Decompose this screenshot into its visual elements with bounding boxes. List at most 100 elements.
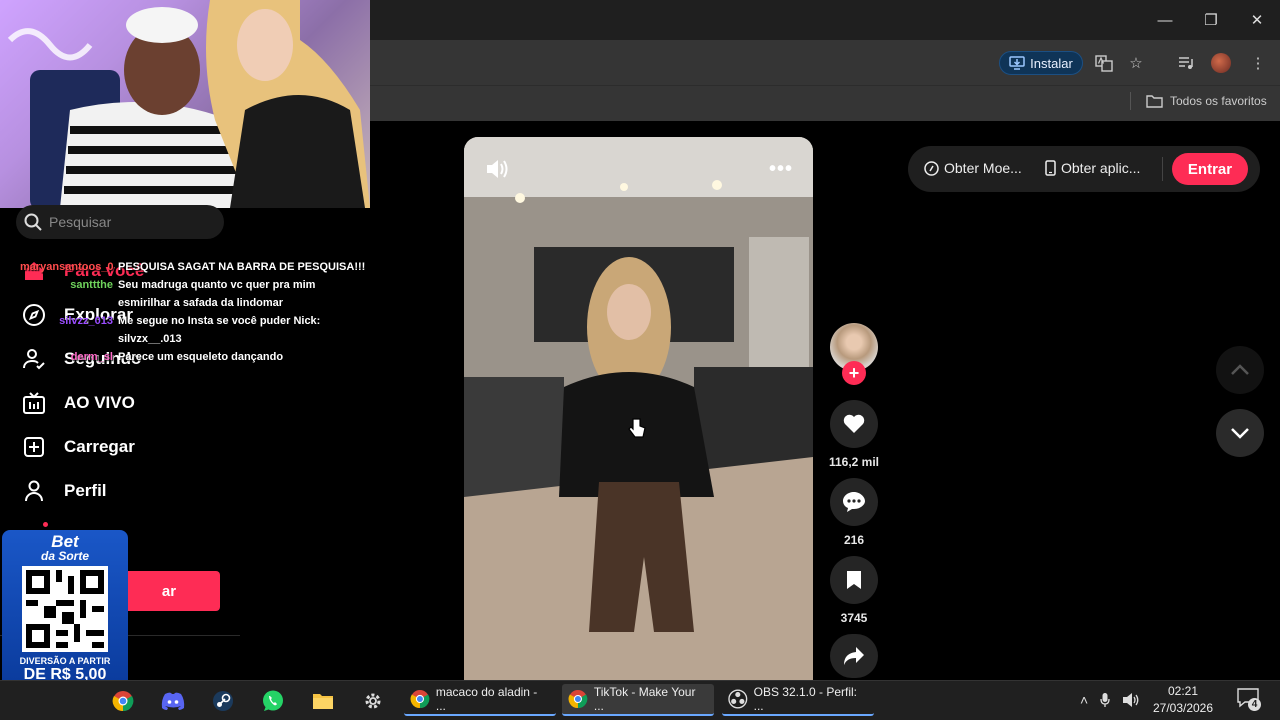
ad-brand-sub: da Sorte [40, 549, 89, 563]
next-video-button[interactable] [1216, 409, 1264, 457]
install-label: Instalar [1030, 55, 1073, 71]
chat-text: silvzx__.013 [118, 333, 182, 345]
nav-label: Perfil [64, 481, 107, 500]
bookmarks-divider [1130, 92, 1131, 110]
comment-icon [843, 492, 865, 512]
chat-username: santtthe [70, 279, 113, 291]
profile-icon [22, 479, 46, 503]
chat-message: silvzz_013 Me segue no Insta se você pud… [20, 312, 380, 348]
bookmark-icon [847, 571, 861, 589]
bookmarks-bar [370, 85, 1280, 121]
save-button[interactable] [830, 556, 878, 604]
comment-button[interactable] [830, 478, 878, 526]
comment-count: 216 [843, 533, 865, 547]
taskbar-window-chrome-1[interactable]: macaco do aladin - ... [404, 684, 556, 716]
chat-text: Seu madruga quanto vc quer pra mim [118, 279, 316, 291]
video-player[interactable] [464, 137, 813, 682]
follow-plus-icon[interactable]: + [842, 361, 866, 385]
chrome-icon [568, 689, 588, 709]
microphone-icon[interactable] [1100, 692, 1110, 708]
chat-message: maryansantoos_0 PESQUISA SAGAT NA BARRA … [20, 258, 380, 276]
heart-icon [843, 414, 865, 433]
all-favorites-folder[interactable]: Todos os favoritos [1146, 91, 1267, 111]
get-coins-link[interactable]: Obter Moe... [924, 160, 1022, 176]
nav-label: Carregar [64, 437, 135, 456]
taskbar-window-obs[interactable]: OBS 32.1.0 - Perfil: ... [722, 684, 874, 716]
file-explorer-icon[interactable] [307, 686, 339, 716]
ad-tagline: DIVERSÃO A PARTIR [19, 656, 111, 666]
chat-username: derm_sl [70, 351, 113, 363]
nav-label: AO VIVO [64, 393, 135, 412]
taskbar-window-chrome-2[interactable]: TikTok - Make Your ... [562, 684, 714, 716]
volume-icon[interactable] [484, 156, 510, 182]
nav-item-profile[interactable]: Perfil [22, 474, 107, 508]
video-frame [464, 137, 813, 682]
media-control-icon[interactable] [1175, 52, 1197, 74]
taskbar-window-label: macaco do aladin - ... [435, 685, 538, 713]
taskbar-window-label: OBS 32.1.0 - Perfil: ... [753, 685, 857, 713]
notifications-icon[interactable]: 4 [1237, 688, 1261, 712]
chevron-up-icon [1231, 364, 1249, 375]
share-button[interactable] [830, 634, 878, 678]
chat-message: santtthe Seu madruga quanto vc quer pra … [20, 276, 380, 312]
chrome-icon [410, 689, 430, 709]
search-icon [24, 213, 42, 231]
install-app-button[interactable]: Instalar [999, 51, 1083, 75]
search-input[interactable]: Pesquisar [16, 205, 224, 239]
hand-cursor-icon [628, 417, 646, 444]
header-divider [1162, 157, 1163, 181]
clock-time: 02:21 [1167, 684, 1199, 698]
speaker-icon[interactable] [1122, 692, 1140, 708]
folder-icon [1146, 95, 1163, 108]
coin-icon [924, 160, 939, 176]
login-button[interactable]: Entrar [1172, 153, 1248, 185]
upload-icon [22, 435, 46, 459]
restore-button[interactable]: ❐ [1188, 0, 1234, 40]
notification-count-badge: 4 [1248, 698, 1261, 711]
translate-icon[interactable] [1093, 52, 1115, 74]
settings-gear-icon[interactable] [357, 686, 389, 716]
webcam-scene [7, 0, 370, 208]
system-tray: ˄ [1080, 684, 1140, 716]
nav-item-live[interactable]: AO VIVO [22, 386, 135, 420]
minimize-button[interactable]: — [1142, 0, 1188, 40]
discord-icon[interactable] [157, 686, 189, 716]
live-icon [22, 391, 46, 415]
share-icon [844, 647, 864, 665]
ad-brand: Bet [51, 532, 79, 551]
sponsor-ad-overlay: Bet da Sorte DIVERSÃO A PARTIR DE R$ 5,0… [2, 530, 128, 692]
webcam-overlay [0, 0, 370, 208]
close-button[interactable]: ✕ [1234, 0, 1280, 40]
chat-username: silvzz_013 [59, 315, 113, 327]
chrome-taskbar-icon[interactable] [107, 686, 139, 716]
menu-kebab-icon[interactable]: ⋮ [1247, 52, 1269, 74]
chat-text: Parece um esqueleto dançando [118, 351, 284, 363]
qr-code [22, 566, 108, 652]
previous-video-button[interactable] [1216, 346, 1264, 394]
stream-chat-overlay: maryansantoos_0 PESQUISA SAGAT NA BARRA … [20, 258, 380, 366]
chat-username: maryansantoos_0 [20, 261, 114, 273]
obs-icon [728, 689, 748, 709]
chevron-down-icon [1231, 428, 1249, 439]
like-button[interactable] [830, 400, 878, 448]
chat-text: PESQUISA SAGAT NA BARRA DE PESQUISA!!! [118, 261, 366, 273]
more-options-icon[interactable]: ••• [766, 158, 796, 180]
whatsapp-icon[interactable] [257, 686, 289, 716]
bookmark-star-icon[interactable]: ☆ [1125, 52, 1147, 74]
nav-item-upload[interactable]: Carregar [22, 430, 135, 464]
tray-overflow-chevron-icon[interactable]: ˄ [1080, 692, 1088, 708]
profile-avatar-icon[interactable] [1210, 52, 1232, 74]
save-count: 3745 [840, 611, 868, 625]
chat-message: derm_sl Parece um esqueleto dançando [20, 348, 380, 366]
more-indicator-dot [43, 522, 48, 527]
get-coins-label: Obter Moe... [944, 160, 1022, 176]
taskbar-clock[interactable]: 02:21 27/03/2026 [1152, 683, 1214, 717]
get-app-link[interactable]: Obter aplic... [1045, 160, 1140, 176]
taskbar-window-label: TikTok - Make Your ... [593, 685, 696, 713]
steam-icon[interactable] [207, 686, 239, 716]
login-button-label: Entrar [1187, 160, 1233, 178]
all-favorites-label: Todos os favoritos [1170, 94, 1267, 108]
chat-text: esmirilhar a safada da lindomar [118, 297, 284, 309]
phone-icon [1045, 160, 1056, 176]
get-app-label: Obter aplic... [1061, 160, 1141, 176]
